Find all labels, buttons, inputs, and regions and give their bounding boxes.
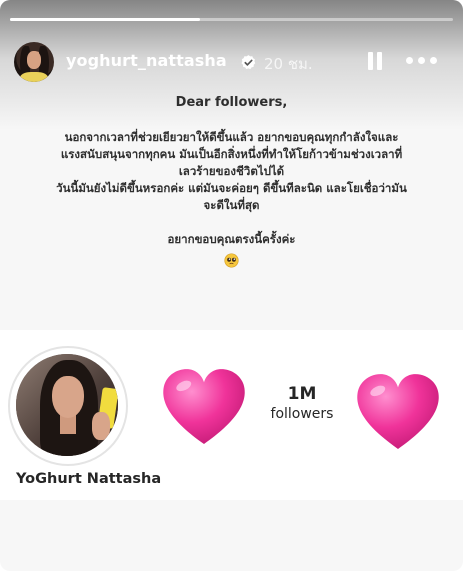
letter-line: จะดีในที่สุด — [203, 198, 260, 212]
more-options-icon[interactable] — [406, 57, 438, 65]
letter-thanks: อยากขอบคุณตรงนี้ครั้งค่ะ — [167, 232, 296, 246]
letter-line: นอกจากเวลาที่ช่วยเยียวยาให้ดีขึ้นแล้ว อย… — [64, 130, 399, 144]
avatar[interactable] — [14, 42, 54, 82]
heart-icon — [163, 369, 245, 444]
follower-count: 1M — [287, 384, 317, 404]
letter-line: เลวร้ายของชีวิตไปได้ — [178, 164, 285, 178]
follower-label: followers — [270, 406, 334, 422]
letter-line: แรงสนับสนุนจากทุกคน มันเป็นอีกสิ่งหนึ่งท… — [60, 147, 403, 161]
verified-badge-icon — [241, 55, 256, 70]
letter-greeting: Dear followers, — [175, 95, 288, 110]
story-progress-fill — [10, 18, 201, 21]
profile-photo[interactable] — [16, 354, 118, 456]
letter: Dear followers, นอกจากเวลาที่ช่วยเยียวยา… — [0, 95, 463, 272]
letter-message: นอกจากเวลาที่ช่วยเยียวยาให้ดีขึ้นแล้ว อย… — [28, 129, 435, 214]
display-name: YoGhurt Nattasha — [16, 471, 162, 487]
story-frame: yoghurt_nattasha 20 ชม. Dear followers, … — [0, 0, 463, 571]
username[interactable]: yoghurt_nattasha — [66, 51, 227, 70]
story-progress-bar — [10, 18, 453, 21]
pleading-face-emoji-icon — [224, 253, 239, 268]
story-header: yoghurt_nattasha 20 ชม. — [14, 42, 449, 82]
letter-line: วันนี้มันยังไม่ดีขึ้นหรอกค่ะ แต่มันจะค่อ… — [56, 181, 407, 195]
pause-icon[interactable] — [368, 52, 382, 70]
heart-icon — [357, 374, 439, 449]
time-ago: 20 ชม. — [264, 55, 313, 73]
